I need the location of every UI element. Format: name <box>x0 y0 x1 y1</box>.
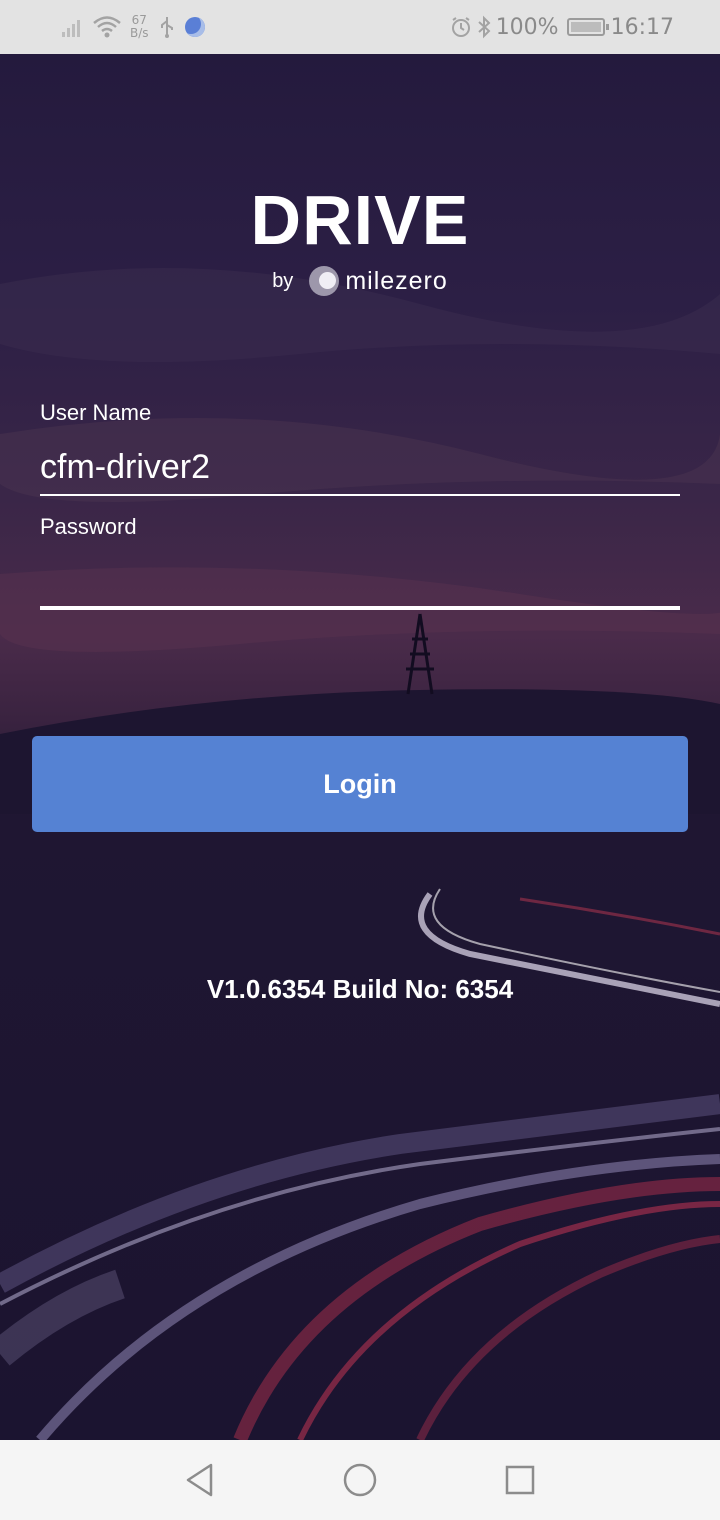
wifi-icon <box>93 16 121 38</box>
navigation-bar <box>0 1440 720 1520</box>
password-input[interactable] <box>40 560 680 600</box>
by-label: by <box>272 269 294 292</box>
network-speed-unit: B/s <box>130 26 149 40</box>
battery-percent: 100% <box>495 14 559 40</box>
home-button[interactable] <box>338 1458 382 1502</box>
recents-button[interactable] <box>498 1458 542 1502</box>
network-speed: 67 B/s <box>130 14 149 40</box>
back-icon <box>186 1463 213 1497</box>
password-underline <box>40 606 680 610</box>
back-button[interactable] <box>178 1458 222 1502</box>
milezero-logo: milezero <box>309 266 447 296</box>
battery-icon <box>566 18 609 36</box>
password-label: Password <box>40 514 137 539</box>
recents-icon <box>505 1465 535 1495</box>
status-left: 67 B/s <box>60 10 205 44</box>
username-label: User Name <box>40 400 152 425</box>
usb-icon <box>160 17 173 38</box>
status-time: 16:17 <box>610 14 674 40</box>
home-icon <box>343 1463 377 1497</box>
version-text: V1.0.6354 Build No: 6354 <box>206 974 514 1004</box>
vpn-icon <box>184 17 205 37</box>
app-title: DRIVE <box>250 181 470 259</box>
signal-icon <box>62 20 80 37</box>
brand-byline: by milezero <box>0 266 720 296</box>
milezero-logo-icon <box>309 266 340 296</box>
login-screen: 67 B/s 100% 16:17 DRIVE by milezero User… <box>0 0 720 1520</box>
username-input[interactable]: cfm-driver2 <box>40 448 210 487</box>
status-bar: 67 B/s 100% 16:17 <box>0 0 720 54</box>
alarm-icon <box>451 17 470 37</box>
bluetooth-icon <box>478 15 491 39</box>
milezero-logo-text: milezero <box>345 266 448 295</box>
login-button[interactable]: Login <box>32 736 688 832</box>
username-underline <box>40 494 680 496</box>
status-right: 100% 16:17 <box>450 10 674 44</box>
